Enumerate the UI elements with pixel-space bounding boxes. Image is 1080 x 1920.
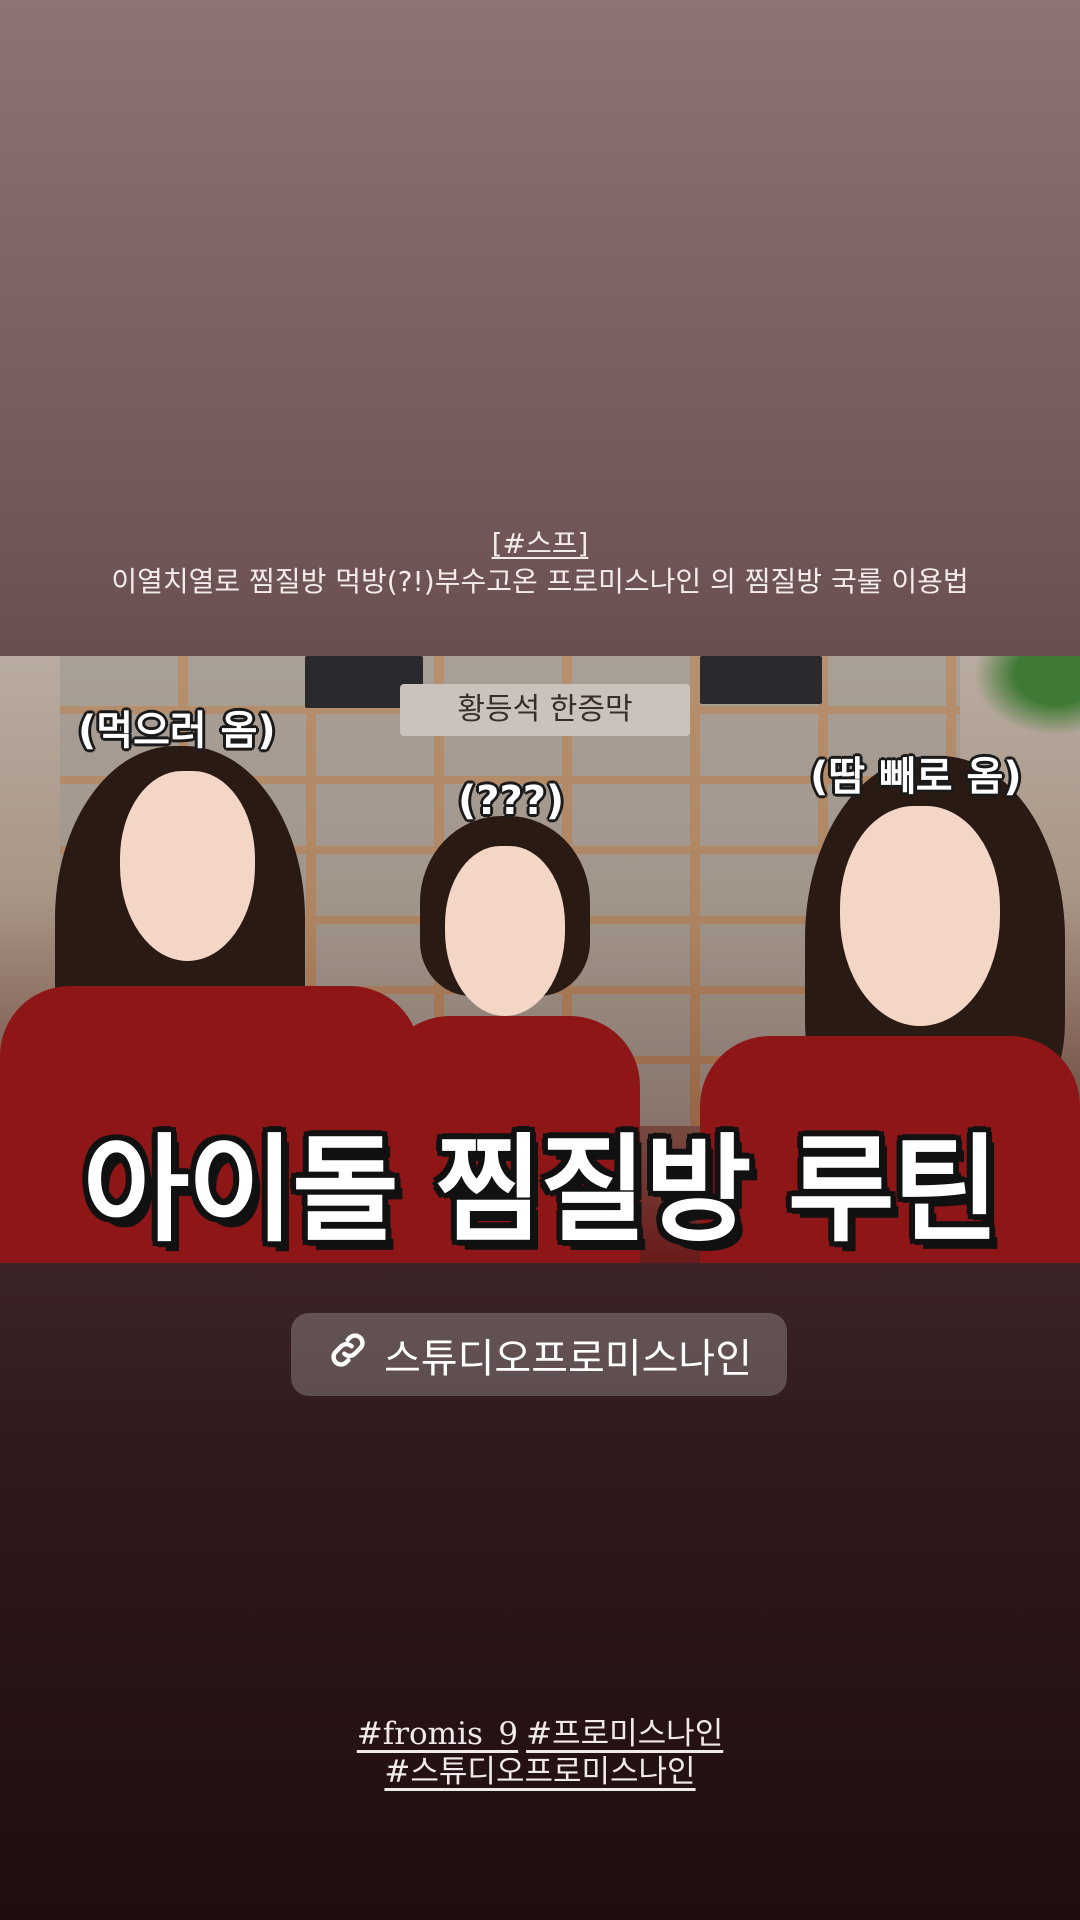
person-left-face bbox=[120, 771, 255, 961]
thumbnail-title: 아이돌 찜질방 루틴 bbox=[82, 1123, 1000, 1258]
caption-bubble-middle: (???) bbox=[458, 778, 565, 824]
story-caption: [#스프] 이열치열로 찜질방 먹방(?!)부수고온 프로미스나인 의 찜질방 … bbox=[0, 525, 1080, 601]
hashtags: #fromis_9 #프로미스나인 #스튜디오프로미스나인 bbox=[0, 1715, 1080, 1791]
wall-poster bbox=[700, 656, 822, 704]
link-sticker[interactable]: 스튜디오프로미스나인 bbox=[291, 1313, 787, 1396]
caption-text: 이열치열로 찜질방 먹방(?!)부수고온 프로미스나인 의 찜질방 국룰 이용법 bbox=[111, 565, 969, 598]
caption-bubble-right: (땀 빼로 옴) bbox=[810, 754, 1022, 800]
hashtag[interactable]: #fromis_9 bbox=[357, 1716, 518, 1752]
link-icon bbox=[326, 1328, 370, 1382]
hashtag[interactable]: #프로미스나인 bbox=[526, 1716, 723, 1752]
caption-hashtag[interactable]: [#스프] bbox=[492, 527, 589, 560]
plant bbox=[960, 656, 1080, 746]
link-sticker-label: 스튜디오프로미스나인 bbox=[384, 1335, 752, 1382]
person-middle-face bbox=[445, 846, 565, 1016]
person-right-face bbox=[840, 806, 1000, 1026]
hashtag[interactable]: #스튜디오프로미스나인 bbox=[384, 1754, 695, 1790]
video-thumbnail[interactable]: 황등석 한증막 (먹으러 옴) (???) (땀 빼로 옴) 아이돌 찜질방 루… bbox=[0, 656, 1080, 1263]
sauna-sign: 황등석 한증막 bbox=[400, 684, 690, 736]
caption-bubble-left: (먹으러 옴) bbox=[78, 708, 276, 754]
